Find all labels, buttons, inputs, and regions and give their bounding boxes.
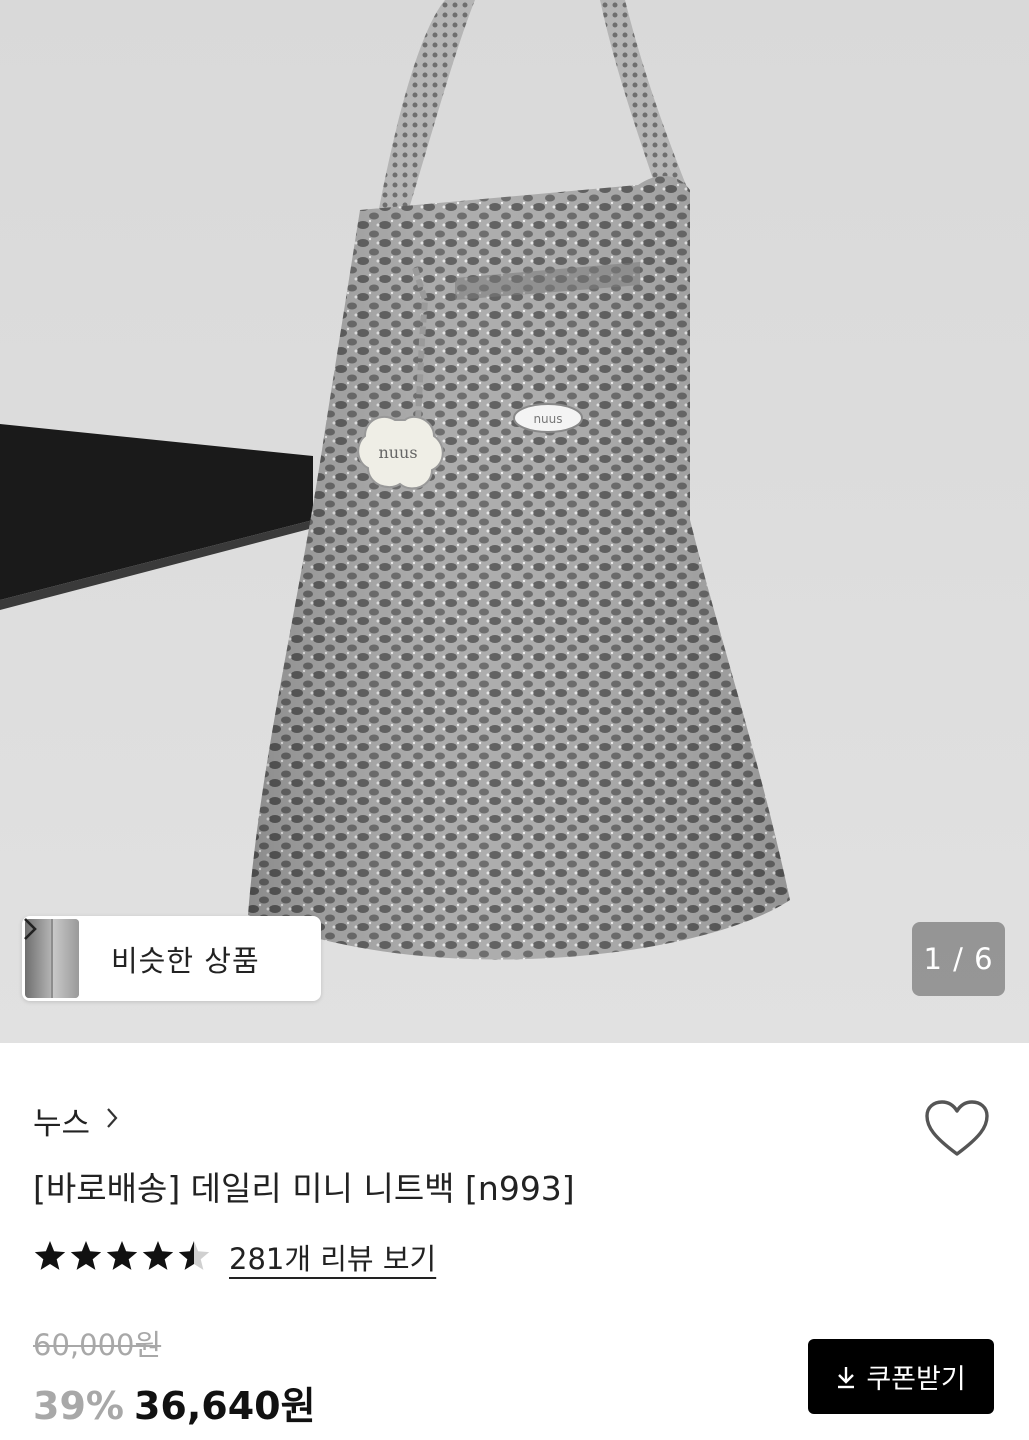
star-rating: [33, 1240, 213, 1274]
star-icon: [178, 1241, 210, 1270]
table-edge: [0, 424, 313, 600]
product-image-gallery[interactable]: nuus nuus 비슷한 상품 1 / 6: [0, 0, 1029, 1043]
bag-strap-right: [600, 0, 688, 200]
bag-charm: nuus: [357, 415, 444, 490]
bag-strap-left: [375, 0, 475, 232]
brand-name: 누스: [33, 1106, 91, 1142]
rating-row: 281개 리뷰 보기: [33, 1236, 436, 1278]
star-icon: [106, 1241, 138, 1270]
chevron-right-icon: [106, 1106, 118, 1136]
bag-label-plate: nuus: [513, 403, 583, 433]
price-row: 39% 36,640원: [33, 1375, 316, 1430]
discount-rate: 39%: [33, 1384, 124, 1428]
sale-price: 36,640원: [133, 1384, 316, 1428]
brand-link[interactable]: 누스: [33, 1098, 118, 1143]
review-link[interactable]: 281개 리뷰 보기: [229, 1236, 436, 1278]
coupon-button[interactable]: 쿠폰받기: [808, 1339, 994, 1414]
star-icon: [34, 1241, 66, 1270]
similar-products-label: 비슷한 상품: [111, 943, 260, 978]
similar-products-button[interactable]: 비슷한 상품: [22, 916, 321, 1001]
download-icon: [838, 1366, 855, 1388]
original-price: 60,000원: [33, 1328, 162, 1362]
product-title: [바로배송] 데일리 미니 니트백 [n993]: [33, 1169, 575, 1208]
heart-outline-icon: [925, 1100, 989, 1156]
like-button[interactable]: [924, 1099, 990, 1159]
svg-text:nuus: nuus: [378, 443, 417, 462]
image-counter: 1 / 6: [912, 922, 1005, 996]
star-icon: [70, 1241, 102, 1270]
svg-text:nuus: nuus: [533, 412, 562, 426]
coupon-label: 쿠폰받기: [866, 1364, 966, 1395]
product-photo: nuus nuus: [0, 0, 790, 960]
star-icon: [142, 1241, 174, 1270]
